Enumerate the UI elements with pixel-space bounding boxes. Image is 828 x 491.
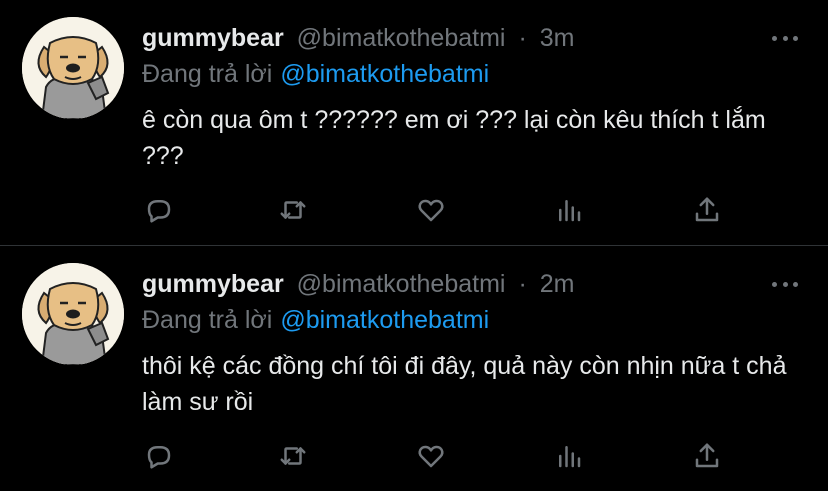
tweet-actions [142, 439, 742, 475]
separator-dot: · [518, 270, 527, 298]
more-dot [772, 35, 777, 41]
avatar[interactable] [22, 263, 124, 365]
analytics-button[interactable] [552, 193, 586, 227]
analytics-icon [559, 200, 581, 222]
tweet-header: gummybear @bimatkothebatmi · 2m [142, 268, 574, 300]
retweet-icon [280, 447, 306, 465]
user-handle[interactable]: @bimatkothebatmi [297, 270, 506, 298]
heart-icon [418, 199, 444, 222]
more-dot [782, 35, 788, 41]
retweet-button[interactable] [276, 193, 310, 227]
more-icon[interactable] [772, 274, 798, 294]
display-name[interactable]: gummybear [142, 24, 284, 52]
share-icon [695, 443, 719, 468]
dog-avatar-icon [22, 17, 124, 119]
more-dot [782, 281, 788, 287]
retweet-button[interactable] [276, 439, 310, 473]
heart-icon [418, 445, 444, 468]
share-icon [695, 197, 719, 222]
more-dot [793, 281, 798, 287]
more-dot [772, 281, 777, 287]
reply-mention-link[interactable]: @bimatkothebatmi [280, 60, 489, 88]
timeline: gummybear @bimatkothebatmi · 3m Đang trả… [0, 0, 828, 491]
like-button[interactable] [414, 439, 448, 473]
tweet-actions [142, 193, 742, 229]
reply-icon [147, 200, 171, 223]
analytics-button[interactable] [552, 439, 586, 473]
reply-button[interactable] [142, 439, 176, 473]
reply-button[interactable] [142, 193, 176, 227]
dog-avatar-icon [22, 263, 124, 365]
analytics-icon [559, 446, 581, 468]
tweet-header: gummybear @bimatkothebatmi · 3m [142, 22, 574, 54]
reply-prefix: Đang trả lời [142, 60, 273, 88]
avatar[interactable] [22, 17, 124, 119]
reply-mention-link[interactable]: @bimatkothebatmi [280, 306, 489, 334]
timestamp[interactable]: 3m [540, 24, 575, 52]
reply-icon [147, 446, 171, 469]
replying-to: Đang trả lời @bimatkothebatmi [142, 58, 489, 90]
tweet[interactable]: gummybear @bimatkothebatmi · 2m Đang trả… [0, 246, 828, 491]
tweet[interactable]: gummybear @bimatkothebatmi · 3m Đang trả… [0, 0, 828, 245]
like-button[interactable] [414, 193, 448, 227]
share-button[interactable] [690, 439, 724, 473]
timestamp[interactable]: 2m [540, 270, 575, 298]
display-name[interactable]: gummybear [142, 270, 284, 298]
reply-prefix: Đang trả lời [142, 306, 273, 334]
more-icon[interactable] [772, 28, 798, 48]
share-button[interactable] [690, 193, 724, 227]
retweet-icon [280, 201, 306, 219]
more-dot [793, 35, 798, 41]
separator-dot: · [518, 24, 527, 52]
tweet-text: ê còn qua ôm t ?????? em ơi ??? lại còn … [142, 106, 766, 170]
replying-to: Đang trả lời @bimatkothebatmi [142, 304, 489, 336]
user-handle[interactable]: @bimatkothebatmi [297, 24, 506, 52]
tweet-text: thôi kệ các đồng chí tôi đi đây, quả này… [142, 352, 787, 416]
